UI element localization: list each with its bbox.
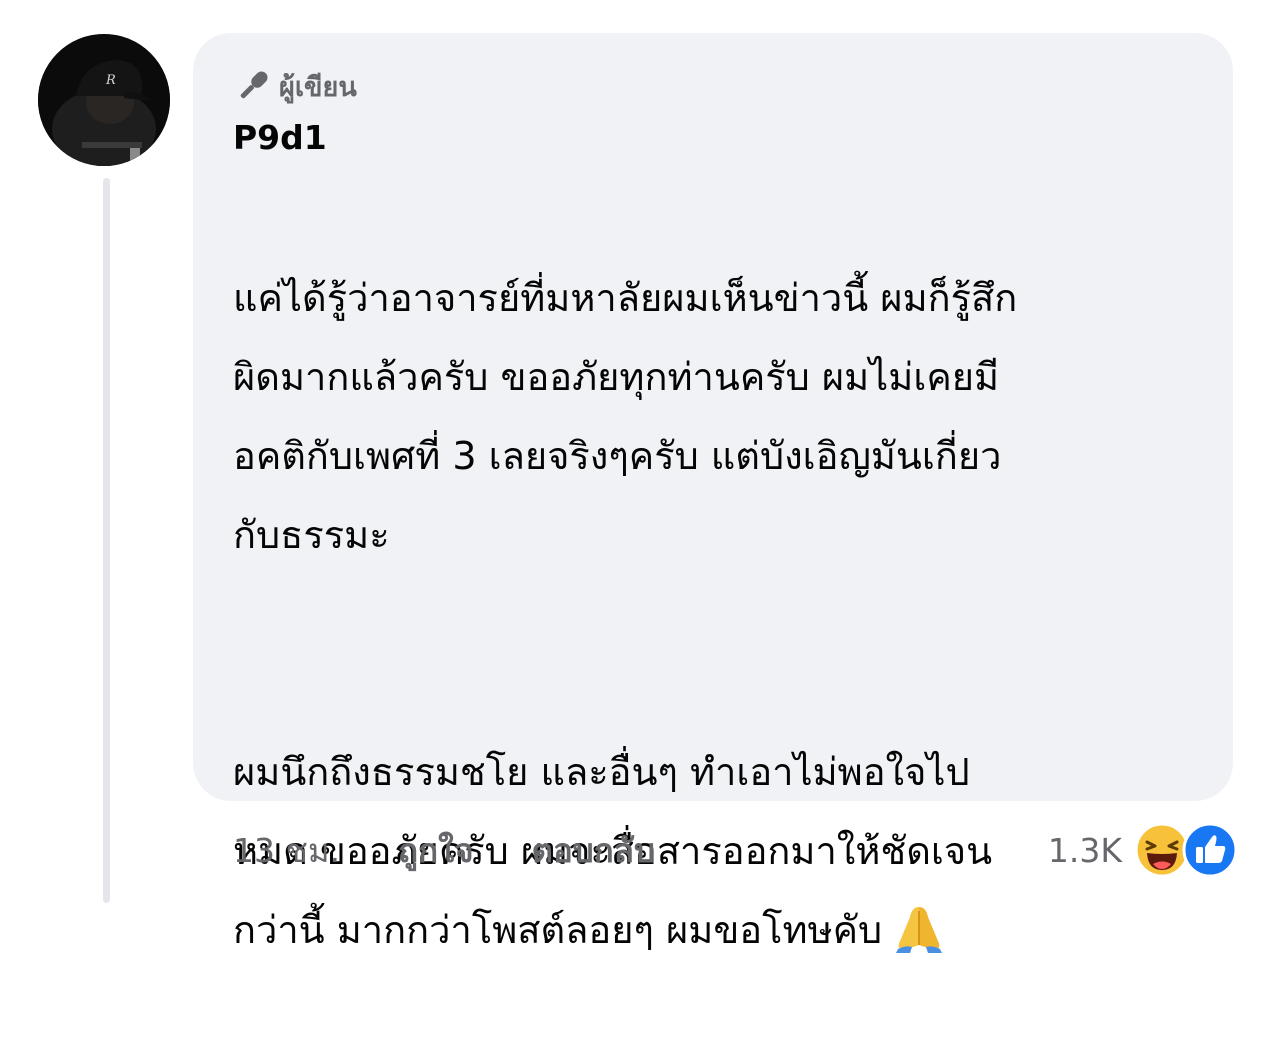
reaction-summary[interactable]: 1.3K: [1048, 820, 1240, 880]
folded-hands-emoji-icon: [896, 907, 943, 953]
avatar[interactable]: R: [38, 34, 170, 166]
comment-text: แค่ได้รู้ว่าอาจารย์ที่มหาลัยผมเห็นข่าวนี…: [233, 180, 1213, 1049]
author-badge-label: ผู้เขียน: [279, 71, 357, 103]
reaction-count: 1.3K: [1047, 830, 1122, 870]
author-name[interactable]: P9d1: [233, 114, 327, 162]
comment-footer: 13 ชม. ถูกใจ ตอบกลับ: [233, 820, 655, 880]
reply-button[interactable]: ตอบกลับ: [532, 824, 655, 877]
avatar-image: R: [38, 34, 170, 166]
thread-line: [103, 178, 110, 903]
reaction-icons: [1134, 820, 1240, 880]
svg-text:R: R: [105, 73, 116, 88]
like-icon: [1182, 822, 1238, 878]
like-button[interactable]: ถูกใจ: [398, 824, 473, 877]
microphone-icon: [240, 71, 268, 99]
comment-paragraph: แค่ได้รู้ว่าอาจารย์ที่มหาลัยผมเห็นข่าวนี…: [233, 276, 1018, 557]
author-badge: ผู้เขียน: [233, 64, 357, 108]
comment-timestamp[interactable]: 13 ชม.: [233, 824, 340, 877]
